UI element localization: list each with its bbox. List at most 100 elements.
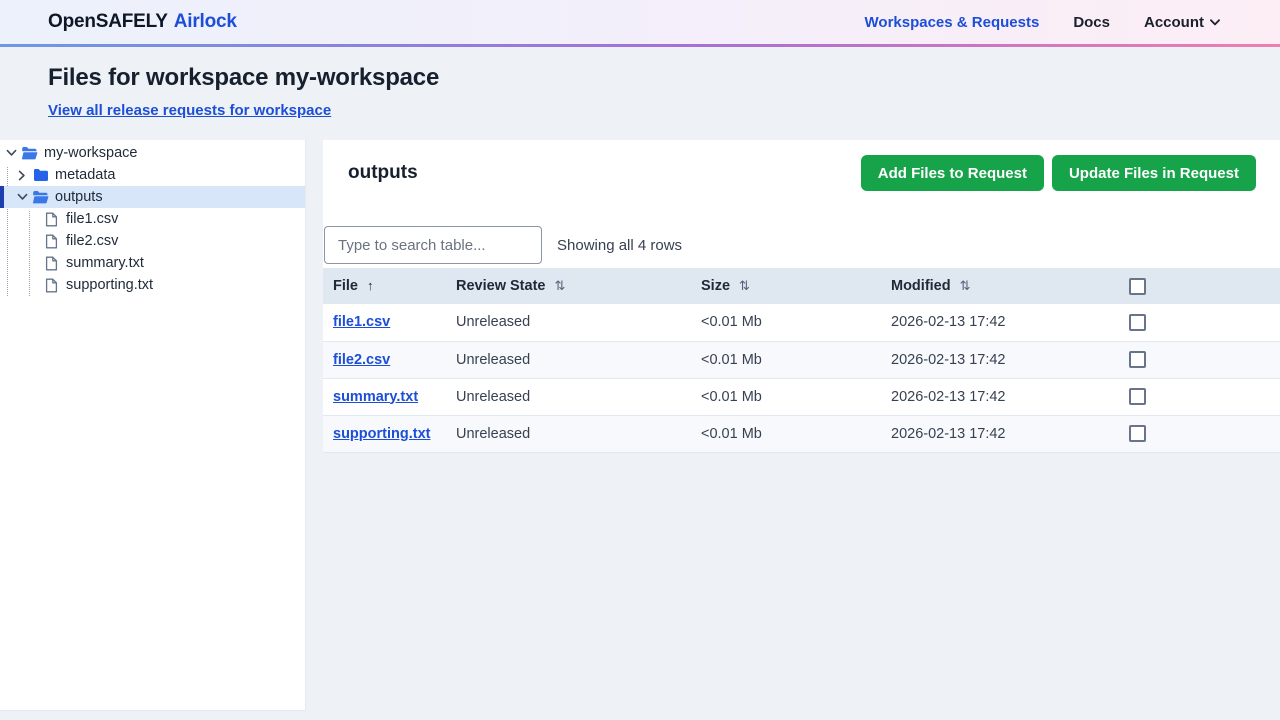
file-tree-panel: my-workspace metadata outputs file1.csv …: [0, 140, 306, 711]
card-header: outputs Add Files to Request Update File…: [323, 140, 1280, 191]
search-input[interactable]: [324, 226, 542, 264]
file-icon: [45, 234, 58, 248]
nav-link-workspaces-requests[interactable]: Workspaces & Requests: [865, 14, 1040, 31]
tree-item-label: supporting.txt: [66, 277, 154, 293]
table-row: file2.csv Unreleased <0.01 Mb 2026-02-13…: [323, 341, 1280, 378]
tree-item-label: outputs: [55, 189, 103, 205]
chevron-down-icon: [17, 193, 27, 200]
review-state-cell: Unreleased: [456, 314, 531, 331]
review-state-cell: Unreleased: [456, 388, 531, 405]
nav-link-label: Docs: [1073, 13, 1110, 31]
brand-primary: OpenSAFELY: [48, 11, 168, 32]
column-label: File: [333, 278, 358, 294]
tree-chevron-slot[interactable]: [4, 146, 18, 160]
tree-chevron-slot[interactable]: [15, 190, 29, 204]
update-files-button[interactable]: Update Files in Request: [1051, 155, 1256, 191]
folder-open-icon: [21, 146, 38, 159]
size-cell: <0.01 Mb: [701, 351, 762, 368]
sort-icon: ⇅: [739, 278, 750, 293]
chevron-down-icon: [1210, 18, 1220, 25]
nav-link-label: Account: [1144, 13, 1204, 31]
main-panel: outputs Add Files to Request Update File…: [323, 140, 1280, 453]
tree-item-outputs[interactable]: outputs: [0, 186, 305, 208]
tree-item-label: file2.csv: [66, 233, 119, 249]
header-row: File ↑ Review State ⇅ Size ⇅ Modified ⇅: [323, 268, 1280, 304]
modified-cell: 2026-02-13 17:42: [891, 388, 1006, 405]
content-area: my-workspace metadata outputs file1.csv …: [0, 140, 1280, 711]
tree-item-label: my-workspace: [44, 145, 138, 161]
nav-link-label: Workspaces & Requests: [864, 13, 1040, 31]
modified-cell: 2026-02-13 17:42: [891, 314, 1006, 331]
tree-item-metadata[interactable]: metadata: [0, 164, 305, 186]
page-header: Files for workspace my-workspace View al…: [0, 47, 1280, 140]
column-header-file[interactable]: File ↑: [323, 268, 446, 304]
tree-item-summary-txt[interactable]: summary.txt: [0, 252, 305, 274]
folder-closed-icon: [33, 169, 48, 181]
tree-item-my-workspace[interactable]: my-workspace: [0, 142, 305, 164]
column-label: Size: [701, 278, 731, 294]
column-header-review-state[interactable]: Review State ⇅: [446, 268, 691, 304]
file-link[interactable]: summary.txt: [333, 389, 418, 405]
files-table-body: file1.csv Unreleased <0.01 Mb 2026-02-13…: [323, 304, 1280, 452]
table-toolbar: Showing all 4 rows: [323, 226, 1280, 264]
tree-chevron-slot[interactable]: [26, 234, 40, 248]
select-all-checkbox[interactable]: [1129, 277, 1146, 295]
table-row: summary.txt Unreleased <0.01 Mb 2026-02-…: [323, 378, 1280, 415]
tree-item-supporting-txt[interactable]: supporting.txt: [0, 274, 305, 296]
sort-icon: ⇅: [959, 278, 971, 293]
nav-links: Workspaces & Requests Docs Account: [865, 14, 1220, 31]
tree-chevron-slot[interactable]: [15, 168, 29, 182]
review-state-cell: Unreleased: [456, 425, 531, 442]
folder-open-icon: [32, 190, 49, 203]
tree-item-label: summary.txt: [66, 255, 144, 271]
row-checkbox[interactable]: [1129, 388, 1146, 405]
brand-logo[interactable]: OpenSAFELY Airlock: [48, 11, 237, 33]
review-state-cell: Unreleased: [456, 351, 531, 368]
tree-item-file2-csv[interactable]: file2.csv: [0, 230, 305, 252]
tree-item-file1-csv[interactable]: file1.csv: [0, 208, 305, 230]
table-row: file1.csv Unreleased <0.01 Mb 2026-02-13…: [323, 304, 1280, 341]
sort-icon: ⇅: [554, 278, 566, 293]
table-row: supporting.txt Unreleased <0.01 Mb 2026-…: [323, 415, 1280, 452]
sort-icon: ↑: [366, 278, 374, 293]
file-icon: [45, 256, 58, 270]
file-icon: [45, 278, 58, 292]
file-link[interactable]: file2.csv: [333, 352, 390, 368]
file-link[interactable]: file1.csv: [333, 314, 390, 330]
nav-link-account[interactable]: Account: [1144, 14, 1220, 31]
action-buttons: Add Files to Request Update Files in Req…: [860, 155, 1256, 191]
view-release-requests-link[interactable]: View all release requests for workspace: [48, 102, 331, 119]
tree-chevron-slot[interactable]: [26, 256, 40, 270]
tree-item-label: file1.csv: [66, 211, 119, 227]
chevron-right-icon: [18, 170, 25, 180]
files-table-header: File ↑ Review State ⇅ Size ⇅ Modified ⇅: [323, 268, 1280, 304]
column-label: Modified: [891, 278, 951, 294]
row-checkbox[interactable]: [1129, 313, 1146, 331]
page-title: Files for workspace my-workspace: [48, 64, 440, 91]
top-navbar: OpenSAFELY Airlock Workspaces & Requests…: [0, 0, 1280, 47]
column-label: Review State: [456, 278, 546, 294]
tree-chevron-slot[interactable]: [26, 278, 40, 292]
column-header-select-all: [1121, 268, 1280, 304]
tree-item-label: metadata: [55, 167, 116, 183]
file-tree: my-workspace metadata outputs file1.csv …: [0, 142, 305, 296]
directory-title: outputs: [348, 162, 418, 183]
add-files-button[interactable]: Add Files to Request: [860, 155, 1044, 191]
column-header-modified[interactable]: Modified ⇅: [881, 268, 1121, 304]
file-link[interactable]: supporting.txt: [333, 426, 430, 442]
modified-cell: 2026-02-13 17:42: [891, 351, 1006, 368]
size-cell: <0.01 Mb: [701, 425, 762, 442]
nav-link-docs[interactable]: Docs: [1073, 14, 1110, 31]
size-cell: <0.01 Mb: [701, 388, 762, 405]
brand-secondary: Airlock: [173, 11, 237, 32]
tree-chevron-slot[interactable]: [26, 212, 40, 226]
column-header-size[interactable]: Size ⇅: [691, 268, 881, 304]
file-icon: [45, 212, 58, 226]
size-cell: <0.01 Mb: [701, 314, 762, 331]
row-checkbox[interactable]: [1129, 351, 1146, 368]
rows-status: Showing all 4 rows: [557, 236, 683, 254]
modified-cell: 2026-02-13 17:42: [891, 425, 1006, 442]
chevron-down-icon: [6, 149, 16, 156]
row-checkbox[interactable]: [1129, 425, 1146, 442]
files-table: File ↑ Review State ⇅ Size ⇅ Modified ⇅: [323, 268, 1280, 453]
